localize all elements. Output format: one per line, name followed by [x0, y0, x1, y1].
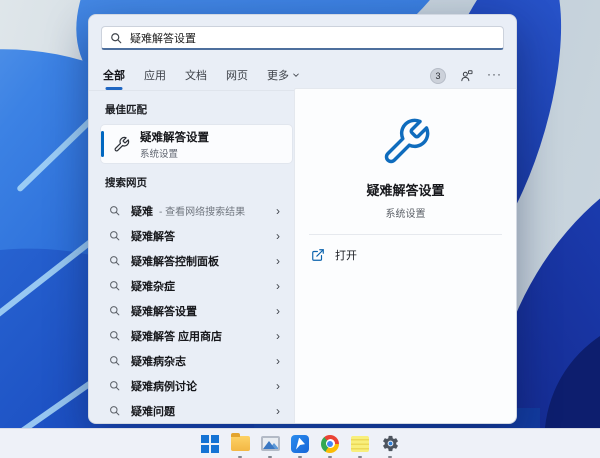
preview-panel: 疑难解答设置 系统设置 打开	[294, 88, 516, 423]
notification-badge[interactable]: 3	[430, 68, 446, 84]
chevron-right-icon[interactable]: ›	[276, 305, 282, 317]
chevron-right-icon[interactable]: ›	[276, 330, 282, 342]
windows-logo-icon	[201, 435, 219, 453]
search-results-area: 最佳匹配 疑难解答设置 系统设置 搜索网页	[89, 92, 516, 423]
web-search-result[interactable]: 疑难 - 查看网络搜索结果 ›	[101, 198, 288, 223]
best-match-title: 疑难解答设置	[140, 129, 209, 145]
web-search-result[interactable]: 疑难解答设置 ›	[101, 298, 288, 323]
search-flyout: 全部 应用 文档 网页 更多 3 ···	[88, 14, 517, 424]
wrench-icon	[380, 116, 432, 168]
web-search-result[interactable]: 疑难解答控制面板 ›	[101, 248, 288, 273]
result-query: 疑难解答控制面板	[131, 253, 219, 269]
chevron-right-icon[interactable]: ›	[276, 280, 282, 292]
open-external-icon	[311, 248, 325, 262]
taskbar-settings[interactable]	[380, 433, 401, 454]
results-panel: 最佳匹配 疑难解答设置 系统设置 搜索网页	[89, 92, 294, 423]
search-icon	[109, 230, 120, 241]
web-search-result[interactable]: 疑难杂症 ›	[101, 273, 288, 298]
photos-icon	[261, 436, 280, 451]
web-search-result[interactable]: 疑难病杂志 ›	[101, 348, 288, 373]
taskbar	[0, 428, 600, 458]
folder-icon	[231, 436, 250, 451]
chevron-right-icon[interactable]: ›	[276, 405, 282, 417]
chevron-right-icon[interactable]: ›	[276, 205, 282, 217]
chrome-icon	[321, 435, 339, 453]
search-input[interactable]	[130, 32, 495, 44]
best-match-subtitle: 系统设置	[140, 146, 209, 160]
result-query: 疑难	[131, 203, 153, 219]
chevron-right-icon[interactable]: ›	[276, 230, 282, 242]
result-query: 疑难解答设置	[131, 303, 197, 319]
preview-header: 疑难解答设置 系统设置	[295, 89, 516, 220]
web-search-header: 搜索网页	[105, 175, 288, 190]
result-query: 疑难杂症	[131, 278, 175, 294]
more-options-icon[interactable]: ···	[487, 69, 502, 83]
desktop: 全部 应用 文档 网页 更多 3 ···	[0, 0, 600, 458]
web-search-result[interactable]: 疑难问题 ›	[101, 398, 288, 423]
search-icon	[109, 280, 120, 291]
search-icon	[109, 380, 120, 391]
notes-icon	[351, 436, 369, 452]
result-query: 疑难问题	[131, 403, 175, 419]
chevron-right-icon[interactable]: ›	[276, 355, 282, 367]
result-query: 疑难病杂志	[131, 353, 186, 369]
search-icon	[109, 330, 120, 341]
taskbar-photos[interactable]	[260, 433, 281, 454]
settings-gear-icon	[381, 434, 400, 453]
taskbar-media-player[interactable]	[290, 433, 311, 454]
best-match-text: 疑难解答设置 系统设置	[140, 129, 209, 160]
result-query: 疑难病例讨论	[131, 378, 197, 394]
tab-all[interactable]: 全部	[103, 61, 125, 91]
result-query: 疑难解答 应用商店	[131, 328, 222, 344]
media-player-icon	[291, 435, 309, 453]
web-search-result[interactable]: 疑难解答 ›	[101, 223, 288, 248]
taskbar-file-explorer[interactable]	[230, 433, 251, 454]
tab-web[interactable]: 网页	[226, 61, 248, 91]
account-icon[interactable]	[459, 69, 474, 83]
preview-title: 疑难解答设置	[366, 180, 444, 199]
chevron-right-icon[interactable]: ›	[276, 380, 282, 392]
search-icon	[109, 305, 120, 316]
chevron-down-icon	[292, 71, 300, 79]
wrench-icon	[113, 136, 130, 153]
result-hint: - 查看网络搜索结果	[159, 203, 245, 218]
search-icon	[109, 355, 120, 366]
tab-more[interactable]: 更多	[267, 61, 300, 91]
best-match-result[interactable]: 疑难解答设置 系统设置	[101, 125, 292, 163]
open-action[interactable]: 打开	[295, 235, 516, 275]
search-tabs: 全部 应用 文档 网页 更多 3 ···	[89, 61, 516, 91]
web-search-result[interactable]: 疑难病例讨论 ›	[101, 373, 288, 398]
tab-documents[interactable]: 文档	[185, 61, 207, 91]
tab-more-label: 更多	[267, 67, 289, 83]
header-actions: 3 ···	[430, 68, 502, 84]
search-icon	[109, 255, 120, 266]
best-match-header: 最佳匹配	[105, 102, 288, 117]
web-search-result[interactable]: 疑难解答 应用商店 ›	[101, 323, 288, 348]
search-icon	[109, 205, 120, 216]
open-label: 打开	[335, 247, 357, 263]
result-query: 疑难解答	[131, 228, 175, 244]
search-icon	[109, 405, 120, 416]
taskbar-chrome[interactable]	[320, 433, 341, 454]
search-box[interactable]	[101, 26, 504, 50]
preview-subtitle: 系统设置	[386, 205, 426, 220]
chevron-right-icon[interactable]: ›	[276, 255, 282, 267]
tab-apps[interactable]: 应用	[144, 61, 166, 91]
taskbar-notes[interactable]	[350, 433, 371, 454]
search-icon	[110, 32, 122, 44]
start-button[interactable]	[200, 433, 221, 454]
web-search-list: 疑难 - 查看网络搜索结果 › 疑难解答 ›	[101, 198, 288, 423]
